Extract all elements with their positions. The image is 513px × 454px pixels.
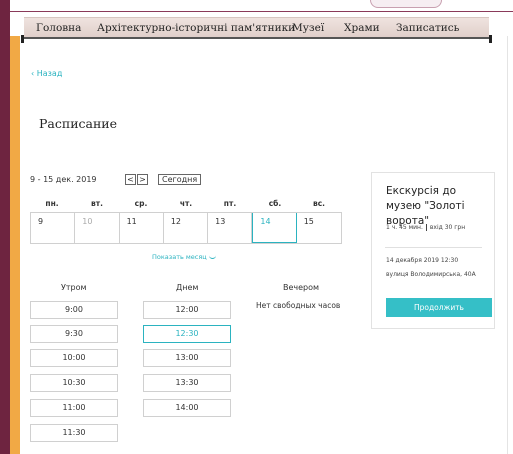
time-slot[interactable]: 11:00 <box>30 399 118 417</box>
weekday-fri: пт. <box>223 199 237 208</box>
day-cell[interactable]: 11 <box>120 213 164 243</box>
booking-datetime: 14 декабря 2019 12:30 <box>386 257 459 264</box>
content-right-border <box>507 36 508 454</box>
tour-meta: 1 ч. 45 мин. вхід 30 грн <box>386 224 465 231</box>
nav-end-right <box>489 35 492 43</box>
time-slot[interactable]: 9:00 <box>30 301 118 319</box>
continue-button[interactable]: Продолжить <box>386 298 492 317</box>
weekday-tue: вт. <box>91 199 103 208</box>
today-button[interactable]: Сегодня <box>158 174 202 185</box>
day-cell[interactable]: 13 <box>208 213 253 243</box>
no-evening-slots-text: Нет свободных часов <box>256 301 341 310</box>
day-cell-disabled: 10 <box>75 213 120 243</box>
weekday-mon: пн. <box>45 199 59 208</box>
back-link[interactable]: ‹ Назад <box>31 69 62 78</box>
top-divider <box>10 11 513 12</box>
next-week-button[interactable]: > <box>137 174 148 185</box>
day-cell[interactable]: 9 <box>31 213 76 243</box>
evening-column-header: Вечером <box>283 283 320 292</box>
weekday-sat: сб. <box>268 199 282 208</box>
time-slot[interactable]: 9:30 <box>30 325 118 343</box>
time-slot[interactable]: 13:30 <box>143 374 231 392</box>
window-frame-left <box>0 0 10 454</box>
time-slot-selected[interactable]: 12:30 <box>143 325 231 343</box>
day-cell[interactable]: 12 <box>164 213 209 243</box>
chevron-left-icon: ‹ <box>31 69 35 78</box>
week-range-label: 9 - 15 дек. 2019 <box>30 175 97 184</box>
chevron-down-icon <box>208 255 216 259</box>
meta-separator <box>425 224 427 231</box>
time-slot[interactable]: 11:30 <box>30 424 118 442</box>
nav-item-temples[interactable]: Храми <box>344 22 380 34</box>
nav-item-monuments[interactable]: Архітектурно-історичні пам'ятники <box>97 22 295 34</box>
chevron-right-icon: > <box>139 175 146 184</box>
booking-address: вулиця Володимирська, 40А <box>386 271 476 278</box>
tour-duration: 1 ч. 45 мин. <box>386 224 423 231</box>
time-slot[interactable]: 10:00 <box>30 349 118 367</box>
weekday-sun: вс. <box>312 199 326 208</box>
card-divider <box>385 247 482 248</box>
weekday-wed: ср. <box>134 199 148 208</box>
side-accent-bar <box>10 36 20 454</box>
booking-summary-card: Екскурсія до музею "Золоті ворота" 1 ч. … <box>371 172 495 329</box>
nav-end-left <box>21 35 24 43</box>
time-slot[interactable]: 13:00 <box>143 349 231 367</box>
time-slot[interactable]: 14:00 <box>143 399 231 417</box>
show-month-toggle[interactable]: Показать месяц <box>152 253 216 261</box>
top-tab-shape <box>370 0 442 8</box>
page-title: Расписание <box>39 116 118 131</box>
day-column-header: Днем <box>176 283 199 292</box>
nav-item-museums[interactable]: Музеї <box>292 22 324 34</box>
morning-column-header: Утром <box>61 283 87 292</box>
nav-item-home[interactable]: Головна <box>36 22 81 34</box>
main-navigation: Головна Архітектурно-історичні пам'ятник… <box>21 17 492 43</box>
nav-item-signup[interactable]: Записатись <box>396 22 459 34</box>
show-month-label: Показать месяц <box>152 253 207 261</box>
day-cell-selected[interactable]: 14 <box>252 213 297 243</box>
top-strip <box>10 0 513 14</box>
back-link-label: Назад <box>36 69 63 78</box>
week-days-row: 9 10 11 12 13 14 15 <box>30 212 342 244</box>
day-cell[interactable]: 15 <box>297 213 341 243</box>
tour-title: Екскурсія до музею "Золоті ворота" <box>386 185 465 227</box>
chevron-left-icon: < <box>127 175 134 184</box>
time-slot[interactable]: 10:30 <box>30 374 118 392</box>
tour-price: вхід 30 грн <box>429 224 466 231</box>
previous-week-button[interactable]: < <box>125 174 136 185</box>
time-slot[interactable]: 12:00 <box>143 301 231 319</box>
weekday-thu: чт. <box>179 199 193 208</box>
